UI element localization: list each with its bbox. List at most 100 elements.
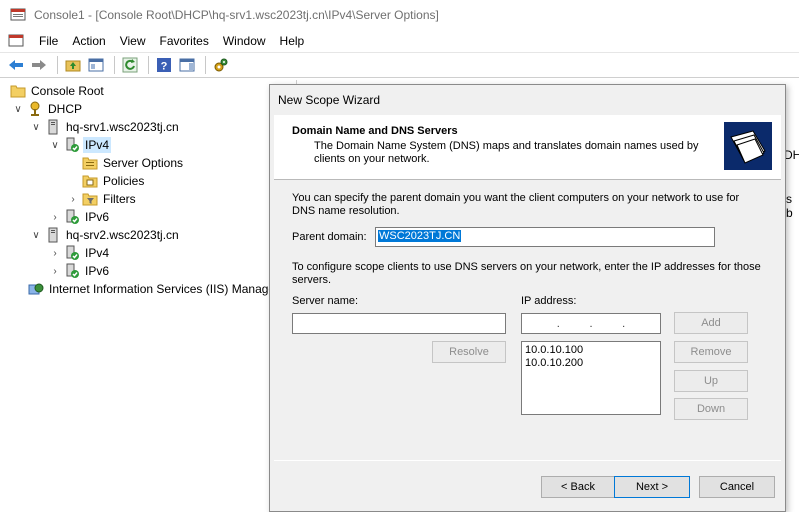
menu-bar: File Action View Favorites Window Help (0, 30, 799, 52)
menu-favorites[interactable]: Favorites (153, 34, 216, 48)
chevron-down-icon[interactable]: ∨ (29, 228, 43, 242)
dns-servers-instructions: To configure scope clients to use DNS se… (292, 261, 761, 286)
ip-address-label: IP address: (521, 295, 577, 307)
wizard-header: Domain Name and DNS Servers The Domain N… (274, 115, 781, 180)
tree-node-server-options[interactable]: Server Options (80, 154, 185, 172)
tree-label: DHCP (48, 102, 83, 116)
chevron-down-icon[interactable]: ∨ (48, 138, 62, 152)
tree-node-iis[interactable]: Internet Information Services (IIS) Mana… (26, 280, 277, 298)
show-action-pane-button[interactable] (177, 55, 197, 75)
tree-node-hq-srv1[interactable]: ∨ hq-srv1.wsc2023tj.cn (29, 118, 181, 136)
tree-node-srv1-ipv6[interactable]: › IPv6 (48, 208, 111, 226)
ipv6-scope-icon (66, 209, 79, 224)
window-title: Console1 - [Console Root\DHCP\hq-srv1.ws… (34, 8, 439, 22)
chevron-down-icon[interactable]: ∨ (11, 102, 25, 116)
tree-node-srv1-ipv4[interactable]: ∨ IPv4 (48, 136, 112, 154)
wizard-folders-icon (724, 122, 772, 170)
tree-node-srv2-ipv6[interactable]: › IPv6 (48, 262, 111, 280)
parent-domain-input[interactable]: WSC2023TJ.CN (375, 227, 715, 247)
list-item[interactable]: 10.0.10.200 (525, 357, 657, 370)
parent-domain-instructions: You can specify the parent domain you wa… (292, 192, 740, 217)
refresh-icon (122, 57, 138, 73)
tree-node-hq-srv2[interactable]: ∨ hq-srv2.wsc2023tj.cn (29, 226, 181, 244)
server-name-input[interactable] (292, 313, 506, 334)
folder-up-icon (65, 60, 81, 72)
tree-label: Filters (103, 192, 136, 206)
dns-server-ip-list[interactable]: 10.0.10.100 10.0.10.200 (521, 341, 661, 415)
show-hide-tree-button[interactable] (86, 55, 106, 75)
folder-options-icon (82, 157, 98, 170)
add-button[interactable]: Add (674, 312, 748, 334)
tree-node-filters[interactable]: › Filters (66, 190, 138, 208)
chevron-right-icon[interactable]: › (48, 210, 62, 224)
tree-node-console-root[interactable]: Console Root (8, 82, 106, 100)
tree-label: IPv6 (85, 210, 110, 224)
next-button[interactable]: Next > (614, 476, 690, 498)
back-button[interactable] (6, 55, 26, 75)
server-name-label: Server name: (292, 295, 359, 307)
chevron-right-icon[interactable]: › (48, 264, 62, 278)
server-icon (48, 227, 58, 243)
cancel-button[interactable]: Cancel (699, 476, 775, 498)
tree-node-policies[interactable]: Policies (80, 172, 146, 190)
tree-label: IPv4 (83, 137, 112, 153)
tree-label: IPv6 (85, 264, 110, 278)
dhcp-icon (30, 101, 40, 116)
toolbar-separator (114, 56, 115, 74)
title-bar: Console1 - [Console Root\DHCP\hq-srv1.ws… (0, 0, 799, 30)
tree-node-srv2-ipv4[interactable]: › IPv4 (48, 244, 111, 262)
parent-domain-label: Parent domain: (292, 231, 367, 243)
console-menu-icon[interactable] (8, 33, 24, 49)
folder-policies-icon (82, 175, 98, 188)
dialog-separator (274, 460, 781, 461)
menu-window[interactable]: Window (216, 34, 273, 48)
ip-address-input[interactable]: . . . (521, 313, 661, 334)
mmc-app-icon (10, 8, 26, 21)
dialog-title: New Scope Wizard (278, 93, 381, 107)
resolve-button[interactable]: Resolve (432, 341, 506, 363)
menu-help[interactable]: Help (273, 34, 312, 48)
help-icon: ? (157, 58, 171, 73)
tools-button[interactable] (211, 55, 231, 75)
tree-label: hq-srv2.wsc2023tj.cn (66, 228, 179, 242)
tools-icon (214, 58, 228, 72)
ip-octet-dot: . (556, 317, 560, 330)
server-icon (48, 119, 58, 135)
console-tree: Console Root ∨ DHCP ∨ hq-srv1.wsc2023tj.… (0, 80, 297, 512)
folder-icon (10, 85, 26, 98)
ipv4-scope-icon (66, 245, 79, 260)
action-pane-icon (179, 58, 195, 72)
forward-button[interactable] (29, 55, 49, 75)
forward-arrow-icon (32, 60, 46, 70)
tree-label: Console Root (31, 84, 104, 98)
menu-file[interactable]: File (32, 34, 65, 48)
tree-label: Internet Information Services (IIS) Mana… (49, 282, 276, 296)
back-arrow-icon (9, 60, 23, 70)
refresh-button[interactable] (120, 55, 140, 75)
menu-action[interactable]: Action (65, 34, 112, 48)
parent-domain-value: WSC2023TJ.CN (378, 230, 462, 242)
up-button[interactable]: Up (674, 370, 748, 392)
toolbar-separator (205, 56, 206, 74)
menu-view[interactable]: View (113, 34, 153, 48)
down-button[interactable]: Down (674, 398, 748, 420)
chevron-right-icon[interactable]: › (48, 246, 62, 260)
results-pane-text: DH (784, 148, 799, 162)
chevron-right-icon[interactable]: › (66, 192, 80, 206)
tree-label: IPv4 (85, 246, 110, 260)
chevron-down-icon[interactable]: ∨ (29, 120, 43, 134)
filter-icon (82, 193, 98, 206)
tree-node-dhcp[interactable]: ∨ DHCP (11, 100, 84, 118)
console-tree-icon (88, 58, 104, 72)
up-one-level-button[interactable] (63, 55, 83, 75)
list-item[interactable]: 10.0.10.100 (525, 344, 657, 357)
svg-text:?: ? (161, 61, 168, 73)
ipv4-scope-icon (66, 137, 79, 152)
ip-octet-dot: . (622, 317, 626, 330)
remove-button[interactable]: Remove (674, 341, 748, 363)
tree-label: Server Options (103, 156, 184, 170)
help-button[interactable]: ? (154, 55, 174, 75)
toolbar-separator (148, 56, 149, 74)
wizard-step-title: Domain Name and DNS Servers (292, 125, 458, 137)
back-button[interactable]: < Back (541, 476, 615, 498)
